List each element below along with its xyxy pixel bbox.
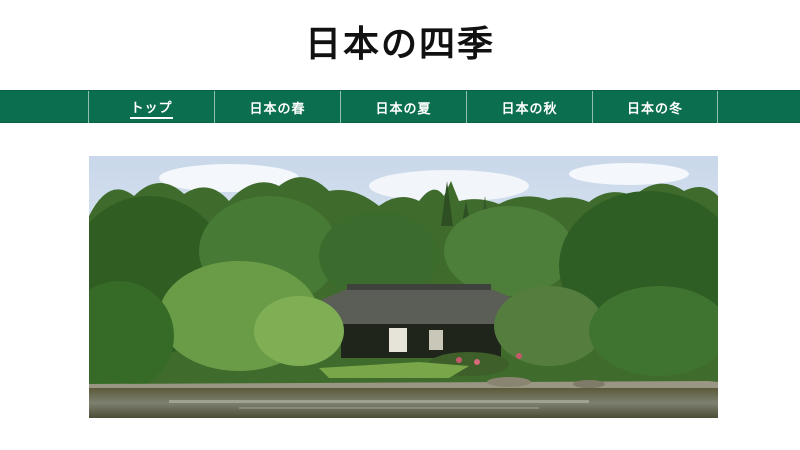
foliage [444, 206, 574, 296]
pond-reflection [169, 400, 589, 403]
teahouse-window [389, 328, 407, 352]
nav-item-label: トップ [130, 97, 173, 119]
hero-image [89, 156, 718, 418]
foreground-tree [494, 286, 604, 366]
nav-list: トップ 日本の春 日本の夏 日本の秋 日本の冬 [88, 91, 718, 124]
nav-item-label: 日本の夏 [375, 102, 432, 117]
rock [487, 377, 531, 387]
nav-item-label: 日本の秋 [501, 102, 558, 117]
teahouse-ridge [347, 284, 491, 290]
main-nav: トップ 日本の春 日本の夏 日本の秋 日本の冬 [0, 90, 800, 124]
site-title: 日本の四季 [304, 23, 495, 65]
pond-reflection [239, 407, 539, 409]
teahouse-window [429, 330, 443, 350]
flower [516, 353, 522, 359]
nav-item-label: 日本の春 [249, 102, 306, 117]
nav-item-winter[interactable]: 日本の冬 [592, 91, 718, 124]
nav-item-autumn[interactable]: 日本の秋 [466, 91, 592, 124]
rock [573, 380, 605, 388]
flower [456, 357, 462, 363]
garden-pond-illustration [89, 156, 718, 418]
teahouse-roof [319, 288, 519, 324]
cloud [569, 163, 689, 185]
nav-item-top[interactable]: トップ [88, 91, 214, 124]
nav-item-label: 日本の冬 [626, 102, 683, 117]
willow-tree [254, 296, 344, 366]
flower [474, 359, 480, 365]
nav-item-spring[interactable]: 日本の春 [214, 91, 340, 124]
nav-item-summer[interactable]: 日本の夏 [340, 91, 466, 124]
